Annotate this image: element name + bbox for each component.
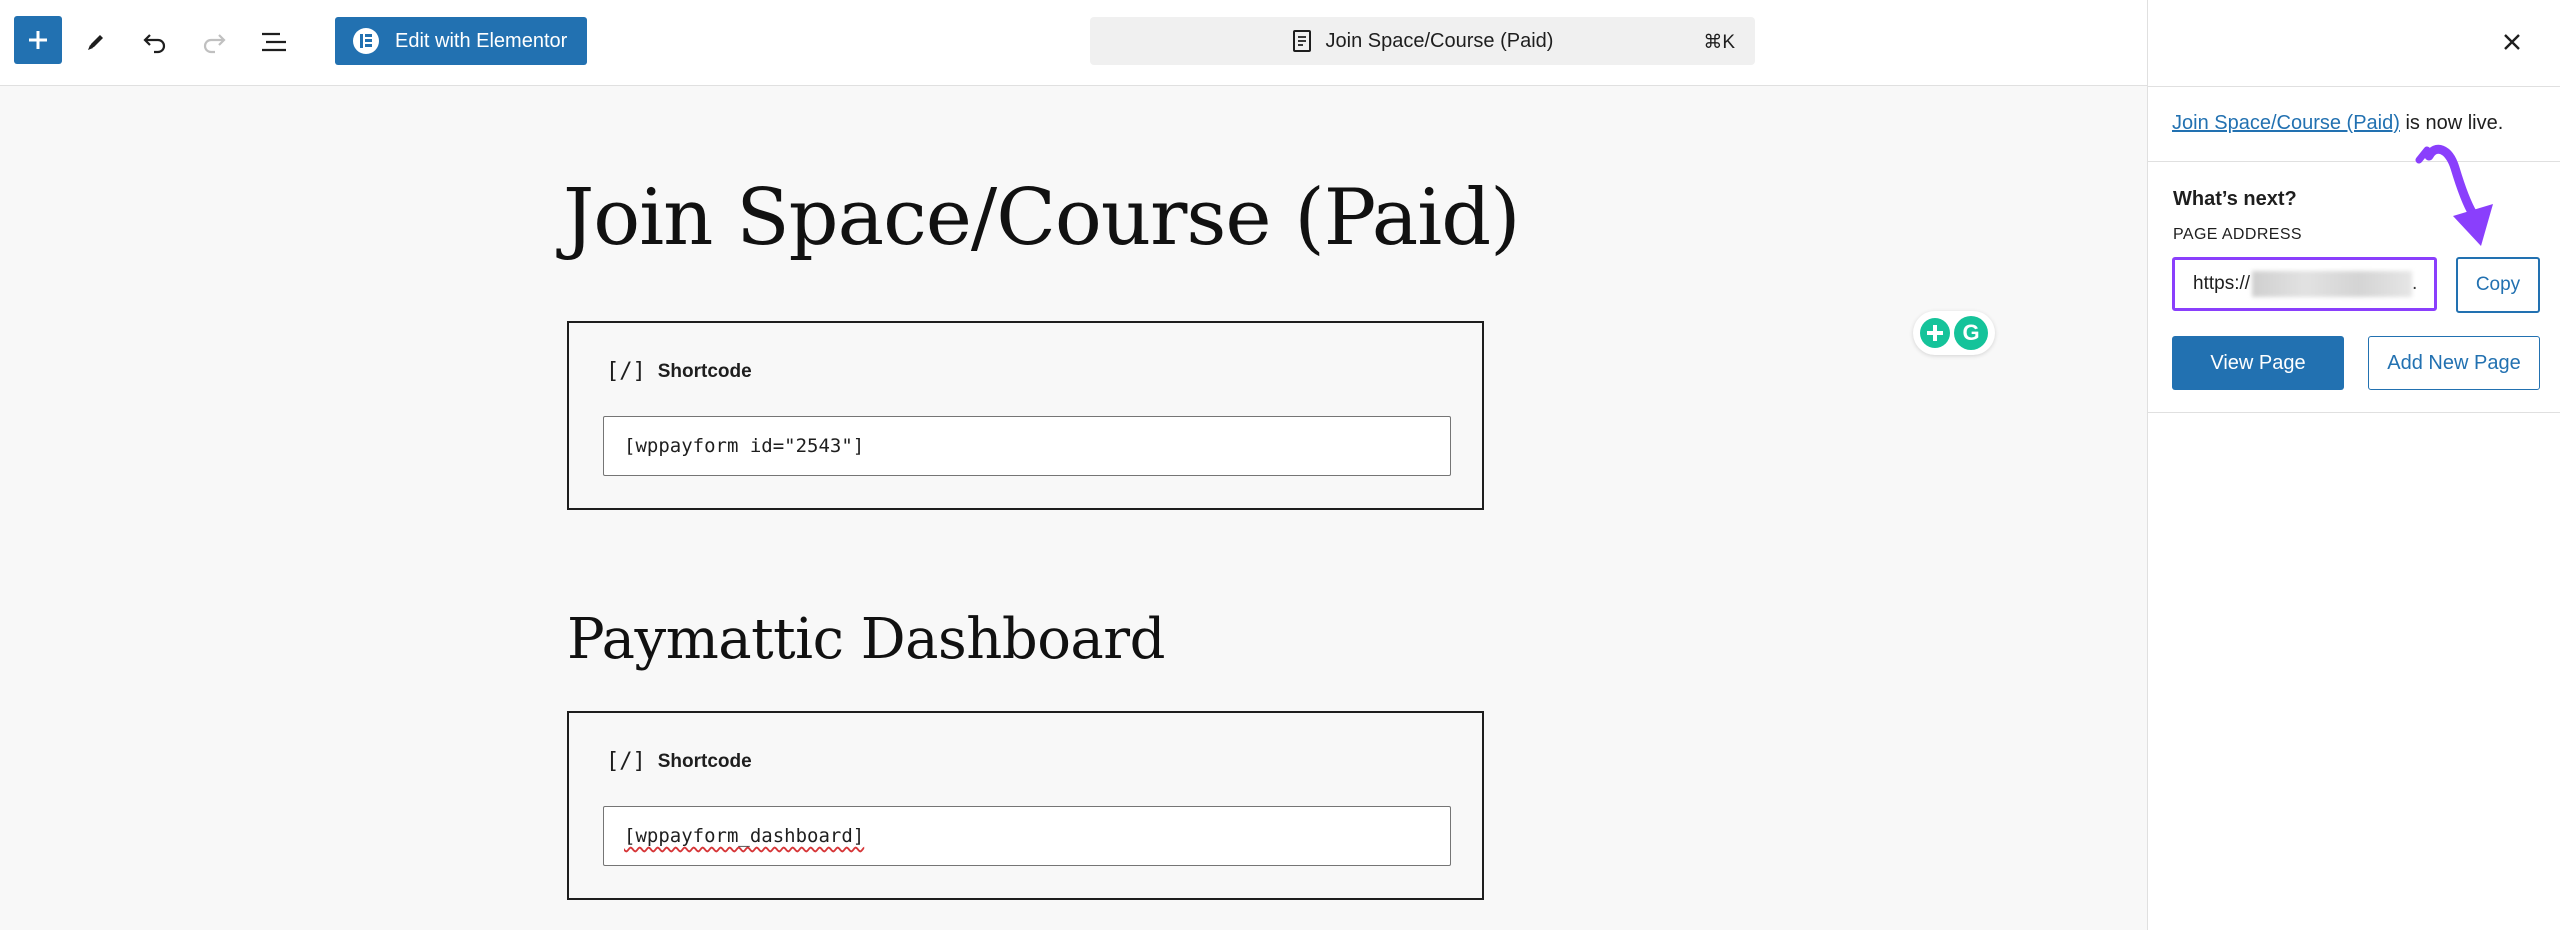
shortcode-block-label: [/] Shortcode	[606, 359, 752, 384]
live-page-link[interactable]: Join Space/Course (Paid)	[2172, 112, 2400, 134]
shortcode-icon: [/]	[606, 359, 646, 384]
undo-icon	[143, 34, 166, 54]
page-address-suffix: .	[2412, 273, 2418, 294]
redo-button[interactable]	[190, 18, 238, 66]
grammarly-icon[interactable]: G	[1954, 316, 1988, 350]
edit-with-elementor-label: Edit with Elementor	[395, 29, 568, 52]
elementor-icon	[353, 28, 379, 54]
shortcode-block[interactable]: [/] Shortcode [wppayform id="2543"]	[567, 321, 1484, 510]
shortcode-input[interactable]: [wppayform_dashboard]	[603, 806, 1451, 866]
panel-divider	[2148, 412, 2560, 413]
pencil-icon	[88, 35, 103, 50]
page-address-prefix: https://	[2193, 273, 2251, 294]
panel-divider	[2148, 86, 2560, 87]
editor-canvas: Join Space/Course (Paid) [/] Shortcode […	[0, 87, 2147, 930]
annotation-arrow-icon	[2415, 144, 2493, 246]
page-title[interactable]: Join Space/Course (Paid)	[563, 173, 1521, 263]
live-notice-text: is now live.	[2399, 112, 2504, 134]
add-block-button[interactable]	[14, 16, 62, 64]
document-title: Join Space/Course (Paid)	[1325, 29, 1554, 52]
grammarly-suggest-icon[interactable]	[1920, 318, 1950, 348]
panel-divider	[2148, 161, 2560, 162]
page-address-field[interactable]: https:// .	[2172, 257, 2437, 311]
section-heading[interactable]: Paymattic Dashboard	[567, 607, 1165, 672]
shortcode-icon: [/]	[606, 749, 646, 774]
shortcode-label: Shortcode	[657, 360, 752, 382]
shortcode-value: [wppayform_dashboard]	[624, 825, 865, 847]
undo-button[interactable]	[131, 18, 179, 66]
keyboard-shortcut: ⌘K	[1703, 32, 1735, 53]
shortcode-label: Shortcode	[657, 750, 752, 772]
edit-with-elementor-button[interactable]: Edit with Elementor	[335, 17, 587, 65]
list-view-icon	[262, 32, 286, 52]
add-new-page-button[interactable]: Add New Page	[2368, 336, 2540, 390]
tools-button[interactable]	[72, 18, 120, 66]
blurred-address	[2252, 271, 2413, 297]
grammarly-widget[interactable]: G	[1913, 311, 1995, 355]
shortcode-block[interactable]: [/] Shortcode [wppayform_dashboard]	[567, 711, 1484, 900]
redo-icon	[203, 34, 226, 54]
live-notice: Join Space/Course (Paid) is now live.	[2172, 112, 2503, 135]
plus-icon	[29, 31, 47, 49]
whats-next-heading: What’s next?	[2173, 188, 2297, 210]
page-address-label: PAGE ADDRESS	[2173, 226, 2302, 243]
close-panel-button[interactable]	[2492, 22, 2532, 62]
command-palette-button[interactable]: Join Space/Course (Paid) ⌘K	[1090, 17, 1755, 65]
copy-button[interactable]: Copy	[2456, 257, 2540, 313]
editor-toolbar: Edit with Elementor Join Space/Course (P…	[0, 0, 2147, 86]
page-icon	[1292, 30, 1311, 52]
post-publish-panel: Join Space/Course (Paid) is now live. Wh…	[2147, 0, 2560, 930]
view-page-button[interactable]: View Page	[2172, 336, 2344, 390]
close-icon	[2504, 34, 2520, 50]
shortcode-block-label: [/] Shortcode	[606, 749, 752, 774]
document-overview-button[interactable]	[250, 18, 298, 66]
shortcode-input[interactable]: [wppayform id="2543"]	[603, 416, 1451, 476]
